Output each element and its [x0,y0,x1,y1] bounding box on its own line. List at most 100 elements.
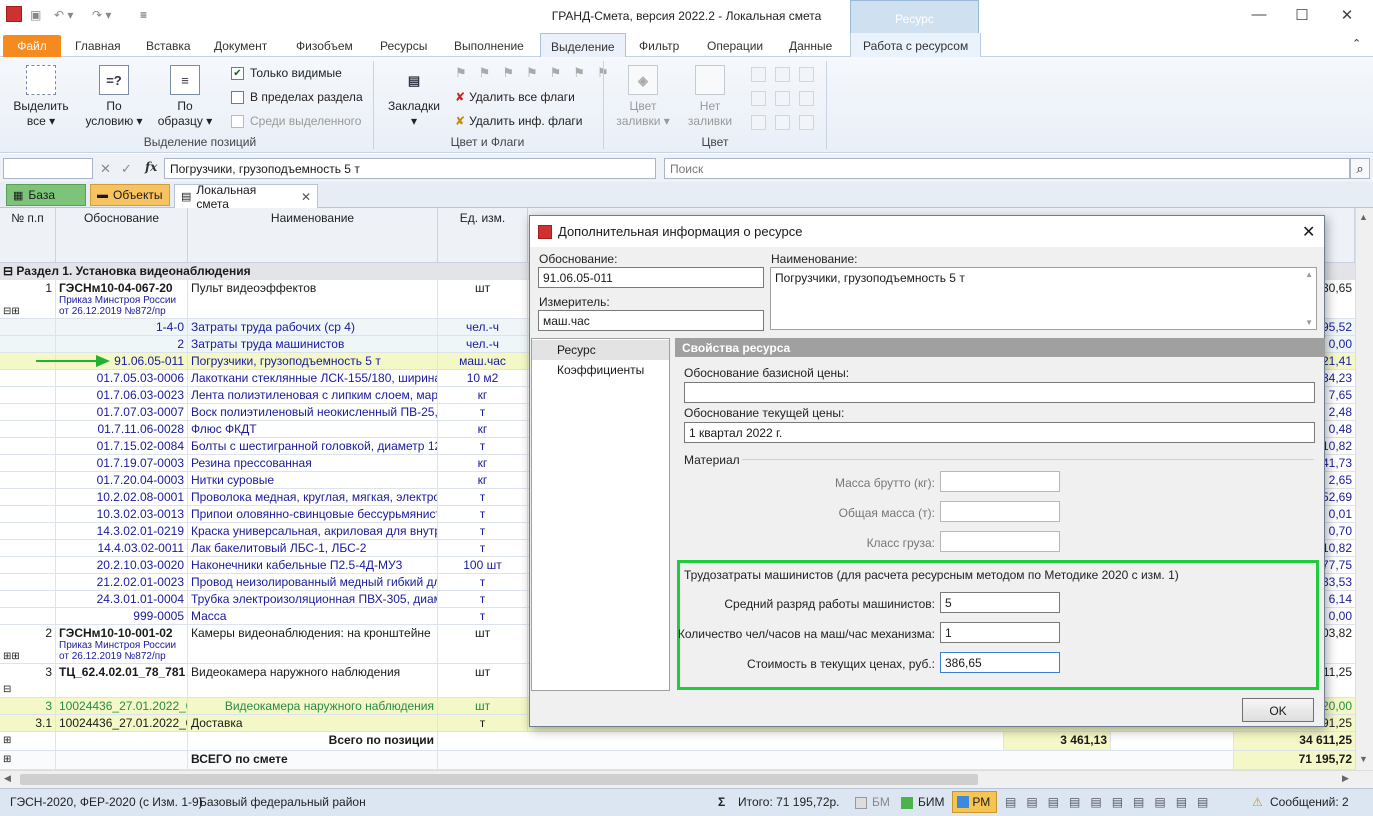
close-tab-icon[interactable]: ✕ [301,190,311,204]
formula-input[interactable]: Погрузчики, грузоподъемность 5 т [164,158,656,179]
collapse-icon[interactable]: ⊟ [3,264,13,278]
document-tabs: ▦ База ▬ Объекты ▤ Локальная смета ✕ [0,182,1373,211]
gross-mass-field[interactable] [940,471,1060,492]
select-by-sample-button[interactable]: ≡ По образцу ▾ [154,65,216,129]
expand-icon[interactable]: ⊟⊞ [3,305,52,318]
bookmarks-button[interactable]: ▤ Закладки ▾ [385,65,443,129]
flag-icon[interactable]: ⚑ [479,65,491,81]
hours-field[interactable]: 1 [940,622,1060,643]
folder-icon: ▬ [97,189,108,201]
expand-icon[interactable]: ⊞⊞ [3,650,52,663]
avg-grade-label: Средний разряд работы машинистов: [724,597,935,611]
tab-base[interactable]: ▦ База [6,184,86,206]
collapse-icon[interactable]: ⊟ [3,683,52,696]
bookmarks-icon: ▤ [407,72,421,88]
view-mode-icons[interactable]: ▤▤▤▤▤▤▤▤▤▤ [1005,795,1218,809]
context-tab-group: Ресурс [850,0,979,33]
header-basis[interactable]: Обоснование [56,208,188,263]
ribbon: Выделить все ▾ =? По условию ▾ ≡ По обра… [0,57,1373,153]
search-icon[interactable]: ⌕ [1350,158,1370,179]
within-section-checkbox[interactable]: В пределах раздела [231,90,363,104]
total-mass-label: Общая масса (т): [838,506,935,520]
remove-all-flags-button[interactable]: ✘ Удалить все флаги [455,90,575,104]
total-estimate-row[interactable]: ⊞ ВСЕГО по смете 71 195,72 [0,751,1355,770]
resource-info-dialog: Дополнительная информация о ресурсе ✕ Об… [529,215,1325,727]
tab-local-estimate[interactable]: ▤ Локальная смета ✕ [174,183,318,211]
group-label-color-flags: Цвет и Флаги [450,135,525,149]
maximize-icon[interactable]: ☐ [1292,6,1312,24]
avg-grade-field[interactable]: 5 [940,592,1060,613]
base-price-field[interactable] [684,382,1315,403]
tab-objects[interactable]: ▬ Объекты [90,184,170,206]
confirm-icon[interactable]: ✓ [121,161,132,177]
flag-icon[interactable]: ⚑ [502,65,514,81]
tab-resource-work[interactable]: Работа с ресурсом [850,33,982,58]
expand-icon[interactable]: ⊞ [0,732,56,750]
header-unit[interactable]: Ед. изм. [438,208,528,263]
nav-resource[interactable]: Ресурс [532,340,669,360]
close-icon[interactable]: ✕ [1337,6,1357,24]
tab-file[interactable]: Файл [3,35,61,57]
condition-icon: =? [99,65,129,95]
header-name[interactable]: Наименование [188,208,438,263]
vertical-scrollbar[interactable]: ▲ ▼ [1355,208,1373,770]
only-visible-checkbox[interactable]: ✔ Только видимые [231,66,342,80]
fill-color-button[interactable]: ◈ Цвет заливки ▾ [613,65,673,129]
name-field[interactable]: Погрузчики, грузоподъемность 5 т ▲ ▼ [770,267,1317,330]
bim-toggle[interactable]: БИМ [918,795,945,809]
tab-filter[interactable]: Фильтр [639,39,679,53]
base-price-label: Обоснование базисной цены: [684,366,850,380]
tab-resources[interactable]: Ресурсы [380,39,427,53]
tab-document[interactable]: Документ [214,39,267,53]
cell-address-input[interactable] [3,158,93,179]
horizontal-scrollbar[interactable]: ◀ ▶ [0,770,1373,788]
select-all-button[interactable]: Выделить все ▾ [10,65,72,129]
rm-toggle[interactable]: РМ [952,791,997,813]
scroll-down-icon[interactable]: ▼ [1305,318,1313,327]
collapse-ribbon-icon[interactable]: ⌃ [1352,37,1361,50]
flag-icon[interactable]: ⚑ [455,65,467,81]
total-status[interactable]: Итого: 71 195,72р. [738,795,840,809]
dialog-title: Дополнительная информация о ресурсе [530,216,1324,247]
cost-field[interactable]: 386,65 [940,652,1060,673]
header-number[interactable]: № п.п [0,208,56,263]
tab-insert[interactable]: Вставка [146,39,191,53]
total-mass-field[interactable] [940,501,1060,522]
current-price-field[interactable]: 1 квартал 2022 г. [684,422,1315,443]
among-selected-checkbox[interactable]: Среди выделенного [231,114,361,128]
remove-info-flags-button[interactable]: ✘ Удалить инф. флаги [455,114,582,128]
ok-button[interactable]: OK [1242,698,1314,722]
flag-icon[interactable]: ⚑ [550,65,562,81]
arrow-icon [36,355,110,367]
minimize-icon[interactable]: — [1249,6,1269,23]
expand-icon[interactable]: ⊞ [0,751,56,769]
meter-field[interactable]: маш.час [538,310,764,331]
tab-execution[interactable]: Выполнение [454,39,524,53]
tab-operations[interactable]: Операции [707,39,763,53]
tab-home[interactable]: Главная [75,39,121,53]
cargo-class-field[interactable] [940,531,1060,552]
group-label-selection: Выделение позиций [143,135,257,149]
flag-icon[interactable]: ⚑ [526,65,538,81]
select-by-condition-button[interactable]: =? По условию ▾ [83,65,145,129]
flag-icon[interactable]: ⚑ [573,65,585,81]
status-bar: ГЭСН-2020, ФЕР-2020 (с Изм. 1-9) Базовый… [0,788,1373,816]
no-fill-button[interactable]: Нет заливки [680,65,740,129]
scroll-up-icon[interactable]: ▲ [1305,270,1313,279]
tab-data[interactable]: Данные [789,39,832,53]
basis-field[interactable]: 91.06.05-011 [538,267,764,288]
formula-bar: ✕ ✓ fx Погрузчики, грузоподъемность 5 т … [0,154,1373,182]
close-icon[interactable]: ✕ [1302,222,1315,242]
nav-coefficients[interactable]: Коэффициенты [532,360,669,380]
region-status[interactable]: Базовый федеральный район [199,795,366,809]
bm-toggle[interactable]: БМ [872,795,890,809]
norms-status[interactable]: ГЭСН-2020, ФЕР-2020 (с Изм. 1-9) [10,795,203,809]
no-fill-icon [695,65,725,95]
checkmark-icon: ✔ [231,66,244,80]
messages-status[interactable]: Сообщений: 2 [1270,795,1349,809]
tab-physical-volume[interactable]: Физобъем [296,39,353,53]
total-position-row[interactable]: ⊞ Всего по позиции 3 461,13 34 611,25 [0,732,1355,751]
cancel-icon[interactable]: ✕ [100,161,111,177]
search-input[interactable]: Поиск [664,158,1350,179]
tab-selection[interactable]: Выделение [540,33,626,58]
